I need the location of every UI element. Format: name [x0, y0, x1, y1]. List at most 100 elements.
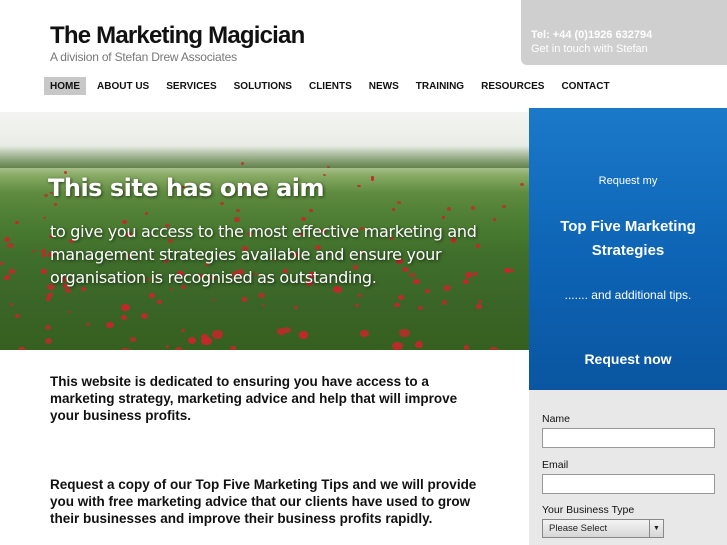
nav-solutions[interactable]: SOLUTIONS [228, 77, 298, 95]
poppy-flower [165, 345, 169, 348]
poppy-flower [144, 211, 149, 215]
poppy-flower [446, 206, 452, 211]
poppy-flower [53, 203, 58, 207]
poppy-flower [120, 347, 132, 350]
poppy-flower [31, 249, 35, 253]
nav-contact[interactable]: CONTACT [555, 77, 615, 95]
main-nav: HOME ABOUT US SERVICES SOLUTIONS CLIENTS… [44, 77, 621, 95]
email-input[interactable] [542, 474, 715, 494]
poppy-flower [283, 326, 292, 333]
poppy-flower [18, 346, 26, 350]
promo-tips: ....... and additional tips. [564, 288, 692, 302]
poppy-flower [230, 345, 236, 350]
poppy-flower [477, 299, 482, 304]
poppy-flower [360, 329, 370, 337]
hero-banner: This site has one aim to give you access… [0, 112, 529, 350]
poppy-flower [140, 312, 149, 319]
poppy-flower [240, 162, 244, 165]
poppy-flower [211, 298, 216, 302]
name-input[interactable] [542, 428, 715, 448]
poppy-flower [425, 288, 430, 293]
nav-about-us[interactable]: ABOUT US [91, 77, 155, 95]
poppy-flower [187, 337, 197, 345]
poppy-flower [220, 201, 225, 205]
poppy-flower [261, 303, 266, 307]
poppy-flower [180, 328, 186, 333]
poppy-flower [4, 275, 10, 280]
poppy-flower [241, 297, 248, 302]
poppy-flower [308, 208, 314, 213]
poppy-flower [175, 346, 184, 350]
poppy-flower [41, 269, 47, 274]
poppy-flower [201, 333, 208, 340]
poppy-flower [397, 200, 402, 204]
phone-number[interactable]: Tel: +44 (0)1926 632794 [531, 28, 727, 42]
poppy-flower [294, 305, 299, 310]
nav-news[interactable]: NEWS [363, 77, 405, 95]
promo-panel: Request my Top Five Marketing Strategies… [529, 108, 727, 390]
poppy-flower [9, 303, 13, 306]
request-form: Name Email Your Business Type Please Sel… [529, 390, 727, 545]
poppy-flower [156, 299, 163, 304]
poppy-flower [355, 303, 360, 308]
business-type-label: Your Business Type [542, 504, 635, 516]
poppy-flower [120, 314, 128, 321]
business-type-value: Please Select [549, 523, 608, 534]
poppy-flower [86, 323, 91, 327]
poppy-flower [475, 304, 483, 310]
poppy-flower [441, 216, 445, 219]
promo-heading: Top Five Marketing Strategies [560, 218, 696, 259]
poppy-flower [299, 331, 309, 339]
name-label: Name [542, 413, 571, 425]
poppy-flower [130, 336, 136, 342]
poppy-flower [15, 220, 20, 224]
poppy-flower [44, 337, 53, 344]
poppy-flower [501, 205, 506, 209]
poppy-flower [488, 347, 499, 350]
poppy-flower [399, 328, 410, 338]
poppy-flower [392, 342, 403, 350]
poppy-flower [257, 292, 266, 299]
poppy-flower [120, 304, 130, 312]
poppy-flower [46, 297, 50, 301]
poppy-flower [236, 209, 240, 212]
hero-heading: This site has one aim [48, 174, 325, 202]
nav-home[interactable]: HOME [44, 77, 86, 95]
request-now-button[interactable]: Request now [529, 351, 727, 367]
contact-box[interactable]: Tel: +44 (0)1926 632794 Get in touch wit… [521, 0, 727, 65]
contact-link[interactable]: Get in touch with Stefan [531, 42, 727, 56]
poppy-flower [370, 178, 374, 181]
poppy-flower [0, 261, 5, 266]
poppy-flower [15, 313, 21, 318]
poppy-flower [149, 293, 155, 298]
nav-clients[interactable]: CLIENTS [303, 77, 358, 95]
poppy-flower [441, 300, 448, 305]
poppy-flower [398, 295, 404, 300]
poppy-flower [414, 341, 424, 348]
poppy-flower [68, 310, 72, 314]
business-type-select[interactable]: Please Select ▼ [542, 519, 664, 538]
poppy-flower [42, 216, 47, 220]
poppy-flower [45, 324, 52, 330]
offer-paragraph: Request a copy of our Top Five Marketing… [50, 477, 477, 526]
poppy-flower [394, 302, 400, 308]
poppy-flower [41, 249, 47, 254]
poppy-flower [391, 208, 395, 211]
hero-treeline [0, 146, 529, 168]
poppy-flower [357, 184, 361, 188]
email-label: Email [542, 459, 569, 471]
nav-services[interactable]: SERVICES [160, 77, 222, 95]
poppy-flower [105, 321, 114, 329]
poppy-flower [357, 294, 362, 298]
nav-resources[interactable]: RESOURCES [475, 77, 550, 95]
poppy-flower [463, 345, 470, 350]
poppy-flower [7, 242, 15, 249]
poppy-flower [418, 306, 424, 311]
nav-training[interactable]: TRAINING [410, 77, 470, 95]
intro-paragraph: This website is dedicated to ensuring yo… [50, 374, 458, 423]
poppy-flower [470, 206, 476, 211]
logo-title[interactable]: The Marketing Magician [50, 22, 305, 50]
poppy-flower [3, 237, 11, 243]
poppy-flower [8, 269, 15, 275]
chevron-down-icon[interactable]: ▼ [649, 520, 663, 537]
